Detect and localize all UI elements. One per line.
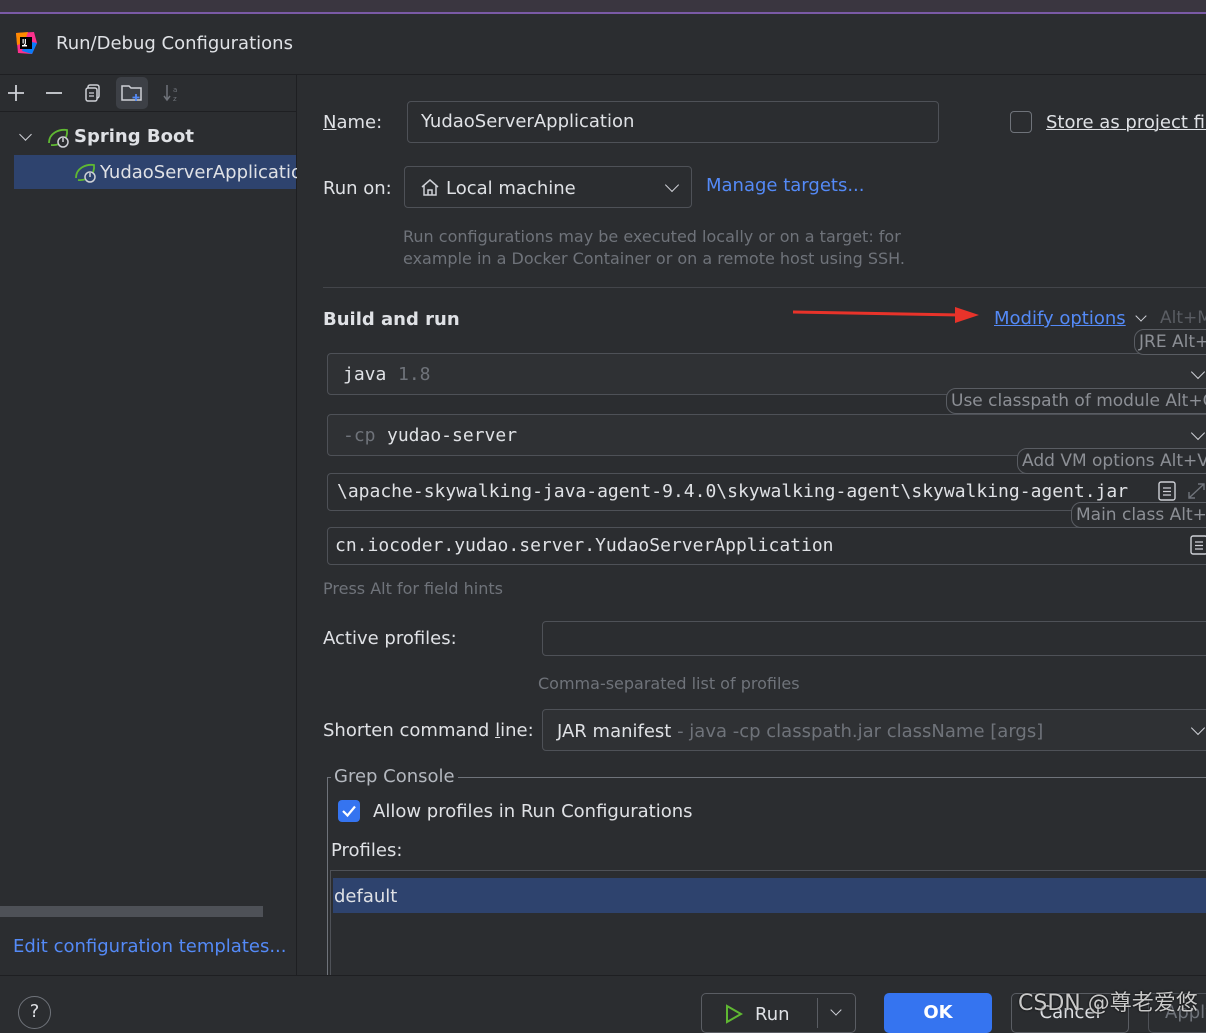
chevron-down-icon [1135, 310, 1148, 322]
cp-prefix: -cp [343, 425, 376, 446]
name-field[interactable]: YudaoServerApplication [407, 101, 939, 143]
chevron-down-icon [1190, 364, 1206, 380]
config-form: Name: YudaoServerApplication Store as pr… [297, 75, 1206, 988]
name-field-value: YudaoServerApplication [421, 111, 635, 132]
grep-console-title: Grep Console [331, 766, 458, 787]
shorten-value: JAR manifest - java -cp classpath.jar cl… [557, 721, 1043, 742]
red-arrow-annotation [793, 307, 979, 323]
vm-options-hint: Add VM options Alt+V [1017, 448, 1206, 474]
tree-item-yudao-server[interactable]: YudaoServerApplicatio [14, 155, 302, 189]
active-profiles-label: Active profiles: [323, 628, 457, 649]
sidebar-toolbar: az [0, 75, 296, 112]
shorten-detail: - java -cp classpath.jar className [args… [671, 721, 1044, 742]
jre-hint: JRE Alt+J [1134, 329, 1206, 355]
shorten-main: JAR manifest [557, 721, 672, 742]
build-run-title: Build and run [323, 309, 460, 330]
main-class-value: cn.iocoder.yudao.server.YudaoServerAppli… [335, 535, 834, 556]
edit-templates-link[interactable]: Edit configuration templates... [13, 936, 287, 957]
manage-targets-link[interactable]: Manage targets... [706, 175, 865, 196]
jre-version: 1.8 [398, 364, 431, 385]
shorten-select[interactable]: JAR manifest - java -cp classpath.jar cl… [542, 709, 1206, 751]
run-split-divider [817, 998, 818, 1028]
list-item[interactable]: default [333, 878, 1206, 913]
run-on-help-2: example in a Docker Container or on a re… [403, 249, 905, 268]
dialog-footer: ? Run OK Cancel Apply CSDN @尊老爱悠 [0, 975, 1206, 1033]
svg-text:z: z [173, 95, 177, 103]
shorten-label: Shorten command line: [323, 720, 534, 741]
help-button[interactable]: ? [18, 996, 51, 1029]
intellij-logo-icon: IJ [14, 31, 38, 55]
field-hint-text: Press Alt for field hints [323, 579, 503, 598]
remove-icon[interactable] [43, 82, 65, 104]
store-project-label[interactable]: Store as project file [1046, 112, 1206, 133]
active-profiles-help: Comma-separated list of profiles [538, 674, 800, 693]
config-sidebar: az Spring Boot YudaoServerApplicatio Edi… [0, 75, 302, 975]
new-folder-icon[interactable] [116, 77, 148, 109]
name-label: Name: [323, 112, 383, 133]
modify-options-link[interactable]: Modify options [994, 308, 1148, 329]
active-profiles-field[interactable] [542, 621, 1206, 656]
main-class-field[interactable]: cn.iocoder.yudao.server.YudaoServerAppli… [327, 527, 1206, 565]
cp-module: yudao-server [387, 425, 518, 446]
classpath-hint: Use classpath of module Alt+O [946, 388, 1206, 414]
modify-shortcut: Alt+M [1160, 308, 1206, 328]
svg-text:IJ: IJ [22, 39, 26, 46]
ok-button[interactable]: OK [884, 993, 992, 1033]
browse-class-icon[interactable] [1190, 535, 1206, 560]
chevron-down-icon [664, 177, 680, 193]
tree-group-label: Spring Boot [74, 126, 194, 147]
tree-item-label: YudaoServerApplicatio [100, 162, 302, 183]
copy-icon[interactable] [82, 82, 104, 104]
chevron-down-icon [1190, 425, 1206, 441]
title-bar: IJ Run/Debug Configurations [0, 14, 1206, 75]
chevron-down-icon[interactable] [19, 128, 32, 141]
chevron-down-icon[interactable] [830, 1004, 842, 1016]
store-project-checkbox[interactable] [1010, 111, 1032, 133]
section-divider [323, 287, 1206, 288]
sort-icon[interactable]: az [161, 82, 183, 104]
add-icon[interactable] [5, 82, 27, 104]
home-icon [420, 178, 440, 201]
run-on-help-1: Run configurations may be executed local… [403, 227, 901, 246]
svg-text:a: a [173, 86, 177, 94]
allow-profiles-checkbox[interactable] [338, 800, 360, 822]
main-class-hint: Main class Alt+C [1071, 502, 1206, 528]
vm-options-value: \apache-skywalking-java-agent-9.4.0\skyw… [337, 481, 1129, 502]
jre-prefix: java [343, 364, 387, 385]
csdn-watermark: CSDN @尊老爱悠 [1018, 991, 1198, 1016]
profiles-label: Profiles: [331, 840, 403, 861]
run-label: Run [755, 1004, 790, 1025]
profiles-list[interactable]: default [330, 870, 1206, 976]
play-icon [725, 1004, 744, 1029]
allow-profiles-label[interactable]: Allow profiles in Run Configurations [373, 801, 693, 822]
help-icon: ? [29, 1001, 40, 1022]
profile-item-label: default [334, 886, 398, 907]
checkmark-icon [342, 805, 356, 818]
run-on-label: Run on: [323, 178, 392, 199]
window-title: Run/Debug Configurations [56, 33, 293, 54]
run-on-value: Local machine [446, 178, 576, 199]
chevron-down-icon [1190, 720, 1206, 736]
spring-boot-icon [47, 127, 71, 154]
run-button[interactable]: Run [701, 993, 856, 1033]
spring-boot-icon [74, 162, 98, 189]
sidebar-scrollbar[interactable] [0, 906, 263, 917]
run-on-select[interactable]: Local machine [404, 166, 692, 208]
tree-group-spring-boot[interactable]: Spring Boot [0, 123, 296, 153]
modify-options-label: Modify options [994, 308, 1126, 329]
